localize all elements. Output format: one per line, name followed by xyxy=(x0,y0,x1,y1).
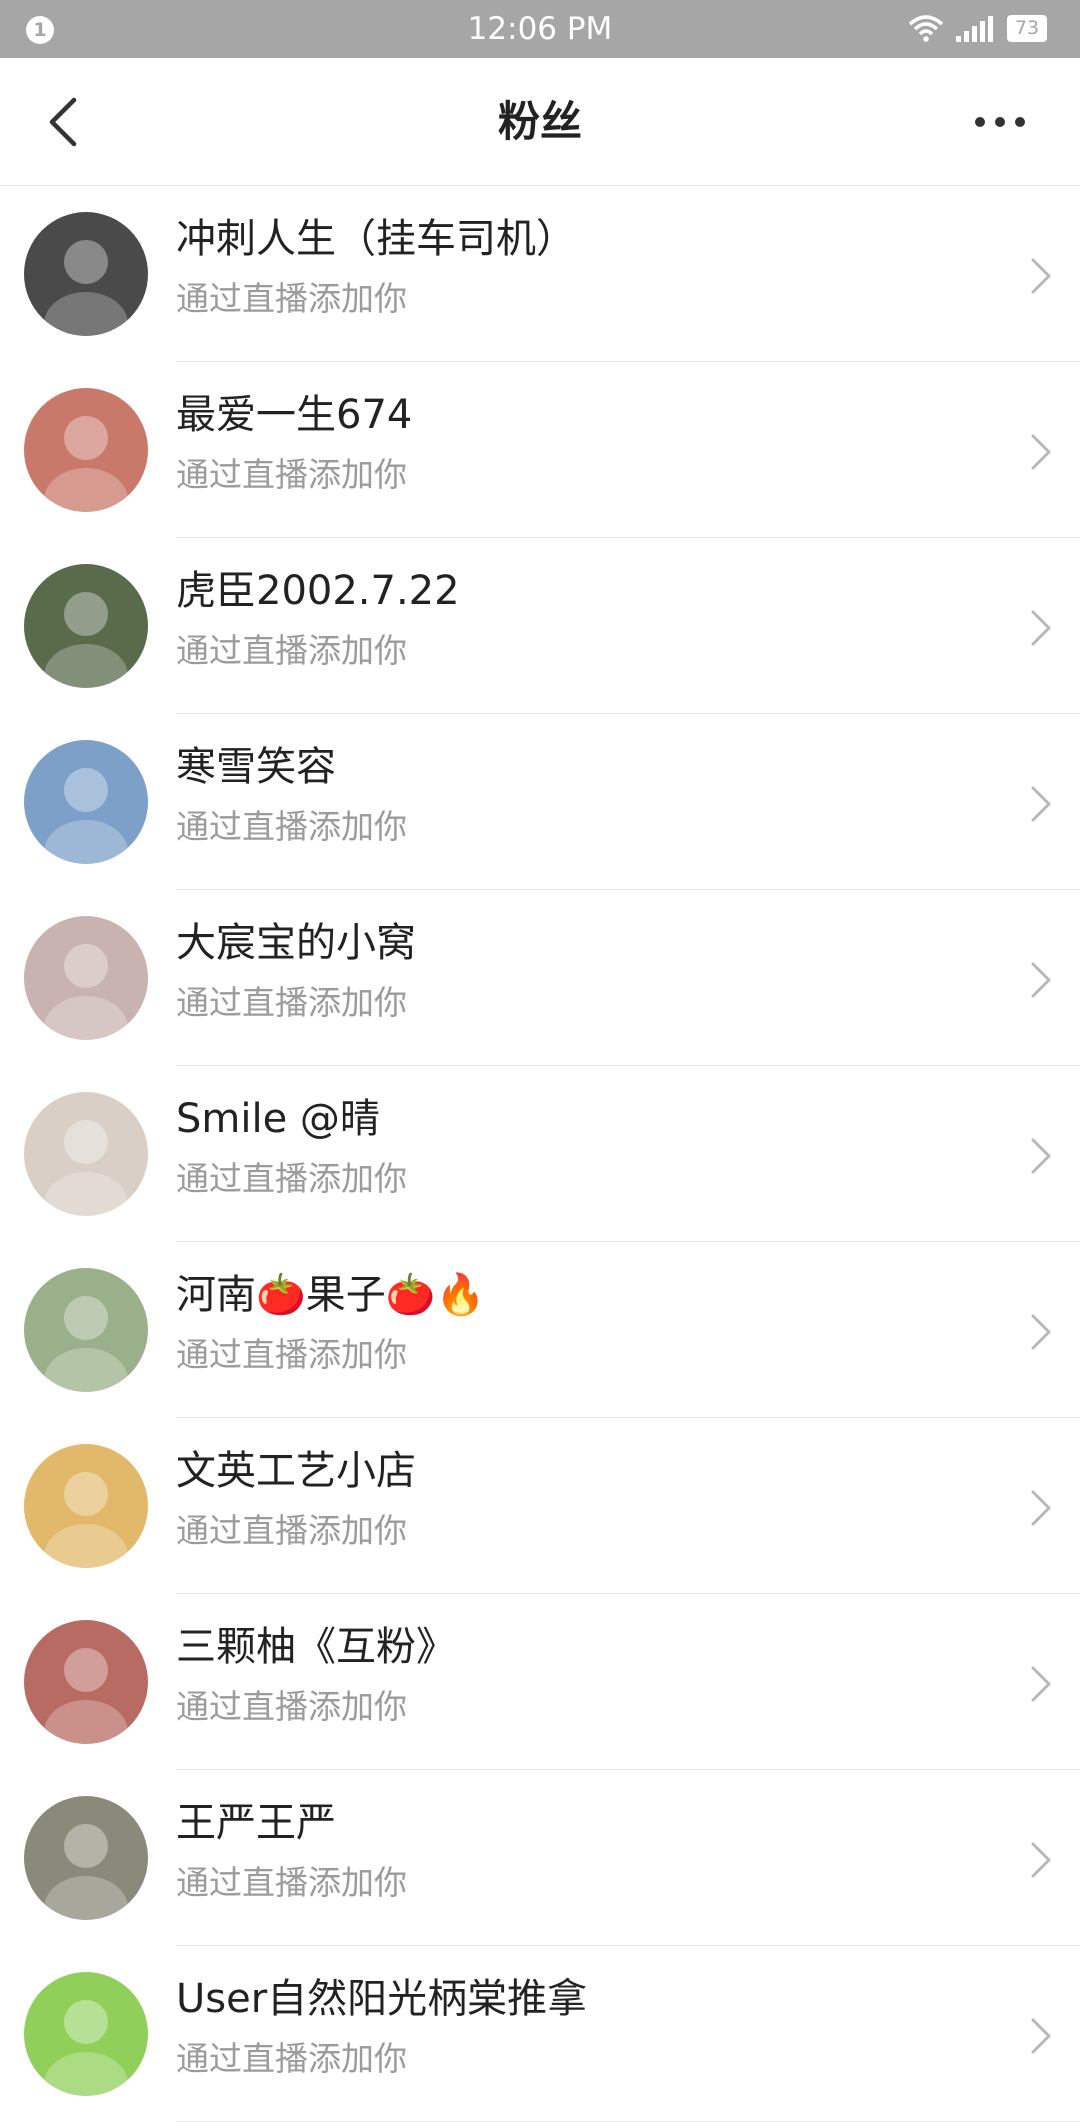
signal-icon xyxy=(956,16,993,42)
fan-list-item[interactable]: 大宸宝的小窝通过直播添加你 xyxy=(0,890,1080,1066)
fan-list-item[interactable]: 最爱一生674 通过直播添加你 xyxy=(0,362,1080,538)
fan-name: 大宸宝的小窝 xyxy=(176,920,416,966)
chevron-right-icon xyxy=(1031,258,1051,294)
fan-source: 通过直播添加你 xyxy=(176,455,407,494)
fan-list-item[interactable]: Smile @晴通过直播添加你 xyxy=(0,1066,1080,1242)
fan-source: 通过直播添加你 xyxy=(176,1335,407,1374)
fan-name: Smile @晴 xyxy=(176,1096,380,1142)
fan-name: 王严王严 xyxy=(176,1800,336,1846)
fan-list-item[interactable]: 虎臣2002.7.22 通过直播添加你 xyxy=(0,538,1080,714)
fan-list-item[interactable]: 冲刺人生（挂车司机） 通过直播添加你 xyxy=(0,186,1080,362)
avatar[interactable] xyxy=(24,388,148,512)
avatar[interactable] xyxy=(24,1092,148,1216)
battery-icon: 73 xyxy=(1007,15,1047,42)
avatar[interactable] xyxy=(24,1268,148,1392)
fan-list-item[interactable]: User自然阳光柄棠推拿通过直播添加你 xyxy=(0,1946,1080,2122)
avatar[interactable] xyxy=(24,1620,148,1744)
fan-source: 通过直播添加你 xyxy=(176,1687,407,1726)
nav-bar: 粉丝 xyxy=(0,58,1080,186)
fan-source: 通过直播添加你 xyxy=(176,279,407,318)
chevron-right-icon xyxy=(1031,962,1051,998)
status-bar: 1 12:06 PM 73 xyxy=(0,0,1080,58)
chevron-right-icon xyxy=(1031,1490,1051,1526)
avatar[interactable] xyxy=(24,1796,148,1920)
fan-list-item[interactable]: 河南🍅果子🍅🔥 通过直播添加你 xyxy=(0,1242,1080,1418)
fan-source: 通过直播添加你 xyxy=(176,1159,407,1198)
fan-list-item[interactable]: 寒雪笑容通过直播添加你 xyxy=(0,714,1080,890)
chevron-right-icon xyxy=(1031,786,1051,822)
more-dots-icon[interactable] xyxy=(972,108,1028,136)
chevron-right-icon xyxy=(1031,1138,1051,1174)
avatar[interactable] xyxy=(24,1972,148,2096)
fan-list: 冲刺人生（挂车司机） 通过直播添加你 最爱一生674 通过直播添加你 虎臣2002.7.… xyxy=(0,186,1080,2122)
fan-source: 通过直播添加你 xyxy=(176,2039,407,2078)
avatar[interactable] xyxy=(24,916,148,1040)
fan-name: 寒雪笑容 xyxy=(176,744,336,790)
chevron-right-icon xyxy=(1031,434,1051,470)
avatar[interactable] xyxy=(24,564,148,688)
wifi-icon xyxy=(908,15,944,42)
fan-list-item[interactable]: 王严王严通过直播添加你 xyxy=(0,1770,1080,1946)
page-title: 粉丝 xyxy=(497,97,582,146)
fan-list-item[interactable]: 文英工艺小店通过直播添加你 xyxy=(0,1418,1080,1594)
chevron-right-icon xyxy=(1031,2018,1051,2054)
chevron-right-icon xyxy=(1031,1842,1051,1878)
fan-list-item[interactable]: 三颗柚《互粉》通过直播添加你 xyxy=(0,1594,1080,1770)
chevron-right-icon xyxy=(1031,1314,1051,1350)
avatar[interactable] xyxy=(24,1444,148,1568)
fan-name: 最爱一生674 xyxy=(176,392,413,438)
fan-name: 文英工艺小店 xyxy=(176,1448,416,1494)
chevron-right-icon xyxy=(1031,610,1051,646)
avatar[interactable] xyxy=(24,212,148,336)
avatar[interactable] xyxy=(24,740,148,864)
fan-name: 虎臣2002.7.22 xyxy=(176,568,460,614)
chevron-right-icon xyxy=(1031,1666,1051,1702)
fan-source: 通过直播添加你 xyxy=(176,631,407,670)
fan-source: 通过直播添加你 xyxy=(176,807,407,846)
fan-source: 通过直播添加你 xyxy=(176,1863,407,1902)
fan-name: 三颗柚《互粉》 xyxy=(176,1624,456,1670)
fan-name: 冲刺人生（挂车司机） xyxy=(176,216,576,262)
fan-source: 通过直播添加你 xyxy=(176,1511,407,1550)
fan-source: 通过直播添加你 xyxy=(176,983,407,1022)
fan-name: 河南🍅果子🍅🔥 xyxy=(176,1272,486,1318)
fan-name: User自然阳光柄棠推拿 xyxy=(176,1976,588,2022)
